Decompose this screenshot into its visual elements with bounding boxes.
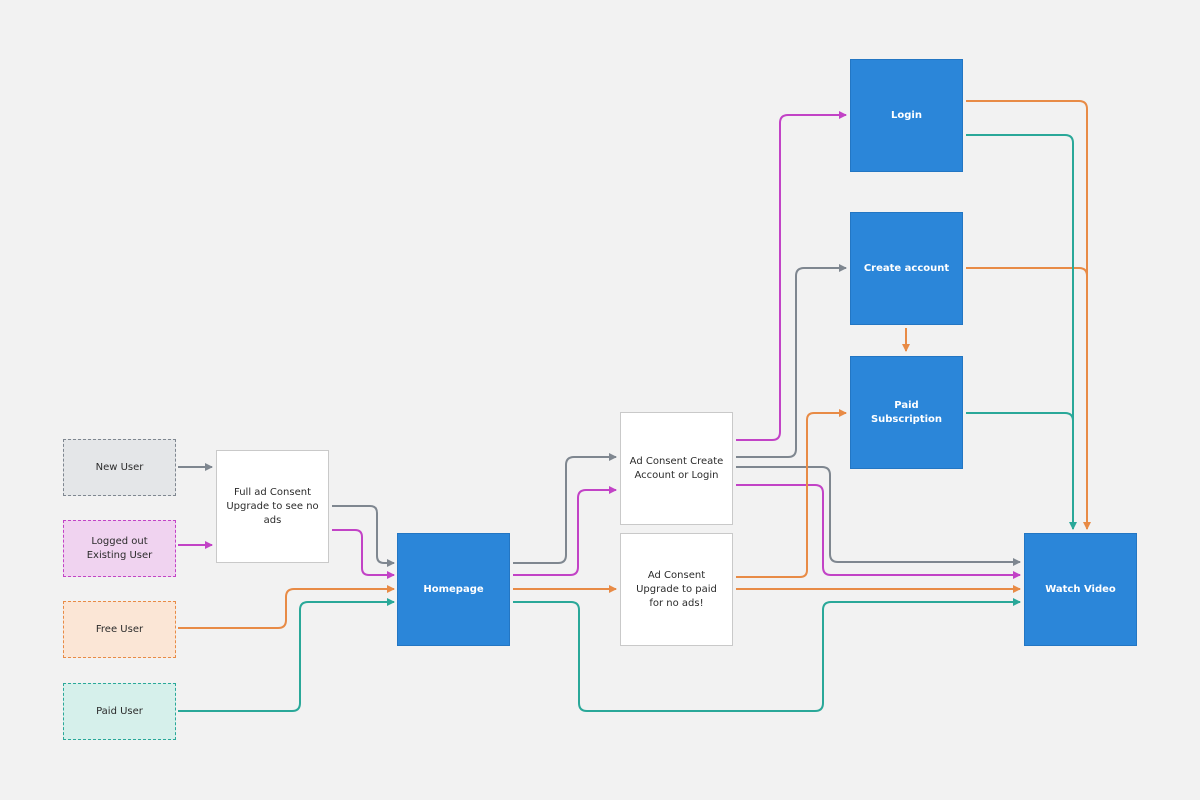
edge-homepage-watch-teal (513, 598, 1021, 712)
ad-consent-create-node: Ad Consent Create Account or Login (620, 412, 733, 525)
logged-out-user-label: Logged out Existing User (86, 535, 153, 561)
create-account-node: Create account (850, 212, 963, 325)
login-label: Login (891, 109, 922, 121)
edge-login-watch-orange (966, 100, 1091, 530)
edge-adconsent-watch-gray (736, 466, 1021, 566)
new-user-label: New User (95, 461, 144, 473)
edge-createaccount-watch-orange (966, 267, 1088, 277)
login-node: Login (850, 59, 963, 172)
ad-consent-upgrade-label: Ad Consent Upgrade to paid for no ads! (636, 569, 717, 609)
full-ad-consent-node: Full ad Consent Upgrade to see no ads (216, 450, 329, 563)
ad-consent-create-label: Ad Consent Create Account or Login (629, 455, 724, 481)
full-ad-consent-label: Full ad Consent Upgrade to see no ads (226, 486, 319, 526)
ad-consent-upgrade-node: Ad Consent Upgrade to paid for no ads! (620, 533, 733, 646)
edge-paidsub-watch-teal (966, 412, 1074, 422)
watch-video-node: Watch Video (1024, 533, 1137, 646)
edge-adconsent-login-magenta (736, 111, 847, 441)
new-user-node: New User (63, 439, 176, 496)
homepage-label: Homepage (423, 583, 484, 595)
edge-homepage-adconsent-create-gray (513, 453, 617, 564)
paid-user-label: Paid User (96, 705, 143, 717)
flow-diagram (178, 100, 1091, 712)
edge-login-watch-teal (966, 134, 1077, 530)
edge-adconsent-createaccount-gray (736, 264, 847, 458)
create-account-label: Create account (863, 262, 950, 274)
logged-out-user-node: Logged out Existing User (63, 520, 176, 577)
paid-subscription-node: Paid Subscription (850, 356, 963, 469)
watch-video-label: Watch Video (1045, 583, 1116, 595)
edge-freeuser-homepage (178, 585, 395, 629)
paid-subscription-label: Paid Subscription (870, 399, 943, 425)
free-user-node: Free User (63, 601, 176, 658)
free-user-label: Free User (95, 623, 144, 635)
edge-fullconsent-homepage-magenta (332, 529, 395, 579)
homepage-node: Homepage (397, 533, 510, 646)
paid-user-node: Paid User (63, 683, 176, 740)
